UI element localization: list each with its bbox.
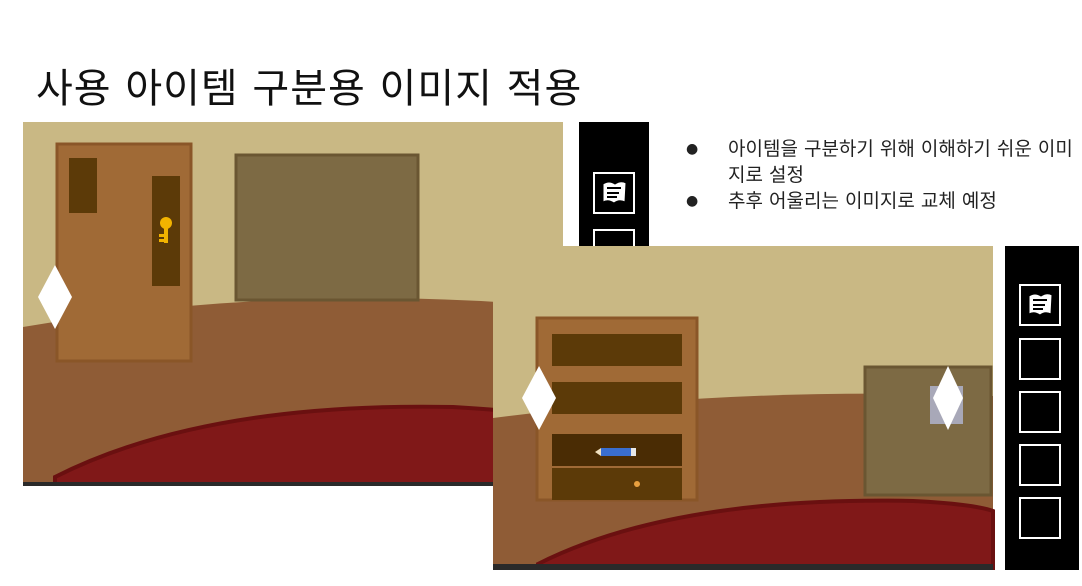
key-icon[interactable] [156,216,176,246]
slide-title: 사용 아이템 구분용 이미지 적용 [36,66,583,112]
scene-bottom-border [493,564,993,570]
game-screenshot-drawer-room [493,246,1079,570]
picture-frame [863,365,993,497]
drawer-1 [552,334,682,366]
map-icon [602,181,627,204]
nav-arrow-left[interactable] [38,265,72,329]
pencil-icon[interactable] [595,447,637,457]
drawer-knob [634,481,640,487]
bullet-list: 아이템을 구분하기 위해 이해하기 쉬운 이미지로 설정 추후 어울리는 이미지… [686,136,1076,214]
door-window [69,158,97,213]
drawer-2 [552,382,682,414]
inventory-slot[interactable] [593,172,635,214]
scene-bottom-border [23,482,563,486]
bullet-item: 추후 어울리는 이미지로 교체 예정 [686,188,1076,214]
inventory-bar [1005,246,1079,570]
inventory-slot[interactable] [1019,444,1061,486]
inventory-slot[interactable] [1019,497,1061,539]
room-background [493,246,995,570]
drawer-4 [552,468,682,500]
inventory-slot[interactable] [1019,284,1061,326]
inventory-slot[interactable] [1019,338,1061,380]
nav-arrow-right[interactable] [931,366,965,430]
bullet-item: 아이템을 구분하기 위해 이해하기 쉬운 이미지로 설정 [686,136,1076,188]
nav-arrow-left[interactable] [522,366,556,430]
picture-frame [234,153,420,302]
map-icon [1028,293,1053,316]
inventory-slot[interactable] [1019,391,1061,433]
